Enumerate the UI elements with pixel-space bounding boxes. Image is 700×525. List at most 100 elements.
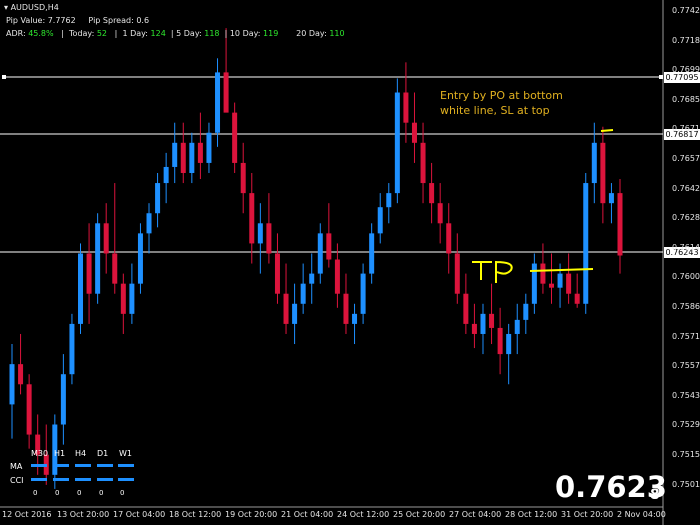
price-tick-label: 0.77420	[672, 6, 700, 15]
trade-note: Entry by PO at bottom white line, SL at …	[440, 88, 600, 118]
candle-body	[103, 223, 109, 254]
candle-body	[480, 313, 486, 334]
time-tick-label: 25 Oct 20:00	[393, 510, 446, 519]
price-tick-label: 0.75435	[672, 390, 700, 400]
val-h4: 0	[77, 489, 82, 497]
candle-body	[531, 263, 537, 304]
pip-value: Pip Value: 7.7762	[6, 16, 76, 25]
candle-body	[69, 323, 75, 375]
price-tick-label: 0.75295	[672, 420, 700, 430]
price-tick-label: 0.76990	[672, 65, 700, 75]
candle-body	[540, 263, 546, 284]
symbol-label: AUDUSD,H4	[10, 3, 59, 12]
candle-body	[403, 92, 409, 123]
ma-d1-dash	[97, 464, 113, 467]
tf-d1: D1	[97, 449, 109, 458]
candle-body	[557, 273, 563, 288]
tp-mark	[472, 261, 513, 283]
candle-body	[600, 142, 606, 204]
cci-d1-dash	[97, 478, 113, 481]
candle-body	[617, 193, 623, 256]
candle-body	[360, 273, 366, 314]
candle-body	[506, 333, 512, 355]
candle-body	[566, 273, 572, 294]
symbol-header: ▾ AUDUSD,H4	[4, 3, 59, 12]
candle-body	[386, 193, 392, 208]
val-w1: 0	[120, 489, 125, 497]
day1-value: 124	[150, 29, 166, 38]
candle-body	[411, 122, 417, 143]
candle-body	[155, 183, 161, 214]
time-tick-label: 21 Oct 04:00	[281, 510, 334, 519]
candle-body	[514, 319, 520, 334]
candle-body	[180, 142, 186, 173]
candle-body	[523, 303, 529, 320]
candle-body	[137, 233, 143, 284]
trade-note-line2: white line, SL at top	[440, 104, 550, 117]
val-h1: 0	[55, 489, 60, 497]
time-tick-label: 28 Oct 12:00	[505, 510, 558, 519]
candle-body	[129, 283, 135, 314]
candle-body	[377, 207, 383, 234]
candle-body	[86, 253, 92, 294]
candle-body	[120, 283, 126, 314]
candle-body	[471, 323, 477, 334]
candle-body	[249, 193, 255, 244]
day20-value: 110	[329, 29, 345, 38]
candle-body	[352, 313, 358, 324]
candle-body	[489, 313, 495, 328]
candle-body	[343, 293, 349, 324]
price-tick-label: 0.76425	[672, 183, 700, 193]
ma-w1-dash	[118, 464, 134, 467]
cci-m30-dash	[31, 478, 47, 481]
time-tick-label: 2 Nov 04:00	[617, 510, 666, 519]
candle-body	[497, 327, 503, 355]
adr-info: ADR: 45.8% | Today: 52 | 1 Day: 124 | 5 …	[6, 29, 345, 38]
tf-w1: W1	[119, 449, 132, 458]
price-tick-label: 0.76710	[672, 124, 700, 134]
price-tick-label: 0.77180	[672, 35, 700, 45]
candle-body	[394, 92, 400, 194]
chart-window[interactable]: ▾ AUDUSD,H4 Pip Value: 7.7762 Pip Spread…	[0, 0, 700, 525]
candle-body	[197, 142, 203, 163]
candle-body	[463, 293, 469, 324]
candle-body	[369, 233, 375, 274]
price-tick-label: 0.75155	[672, 450, 700, 459]
candle-body	[112, 253, 118, 284]
candle-body	[240, 162, 246, 194]
ma-m30-dash	[31, 464, 47, 467]
price-tick-label: 0.75715	[672, 331, 700, 341]
price-tick-label: 0.76570	[672, 154, 700, 163]
candle-body	[334, 259, 340, 294]
val-d1: 0	[99, 489, 104, 497]
candle-body	[326, 233, 332, 260]
row-ma: MA	[10, 462, 23, 471]
candle-body	[317, 233, 323, 274]
today-label: Today:	[69, 29, 95, 38]
candle-body	[18, 364, 24, 385]
candle-body	[60, 374, 66, 425]
time-tick-label: 13 Oct 20:00	[57, 510, 110, 519]
candle-body	[215, 72, 221, 133]
candle-body	[95, 223, 101, 294]
cci-h1-dash	[53, 478, 69, 481]
price-chart[interactable]	[0, 0, 700, 525]
candle-body	[232, 112, 238, 163]
candle-body	[163, 166, 169, 184]
day5-label: 5 Day:	[176, 29, 202, 38]
time-tick-label: 31 Oct 20:00	[561, 510, 614, 519]
candle-body	[574, 293, 580, 304]
time-tick-label: 27 Oct 04:00	[449, 510, 502, 519]
candle-body	[223, 72, 229, 113]
ma-h1-dash	[53, 464, 69, 467]
pip-spread: Pip Spread: 0.6	[88, 16, 150, 25]
candle-body	[146, 213, 152, 234]
time-tick-label: 17 Oct 04:00	[113, 510, 166, 519]
price-tick-label: 0.75860	[672, 302, 700, 311]
adr-label: ADR:	[6, 29, 26, 38]
candle-body	[420, 142, 426, 184]
time-tick-label: 12 Oct 2016	[2, 510, 52, 519]
candle-body	[591, 142, 597, 184]
tf-h4: H4	[75, 449, 87, 458]
price-tick-label: 0.76850	[672, 94, 700, 104]
